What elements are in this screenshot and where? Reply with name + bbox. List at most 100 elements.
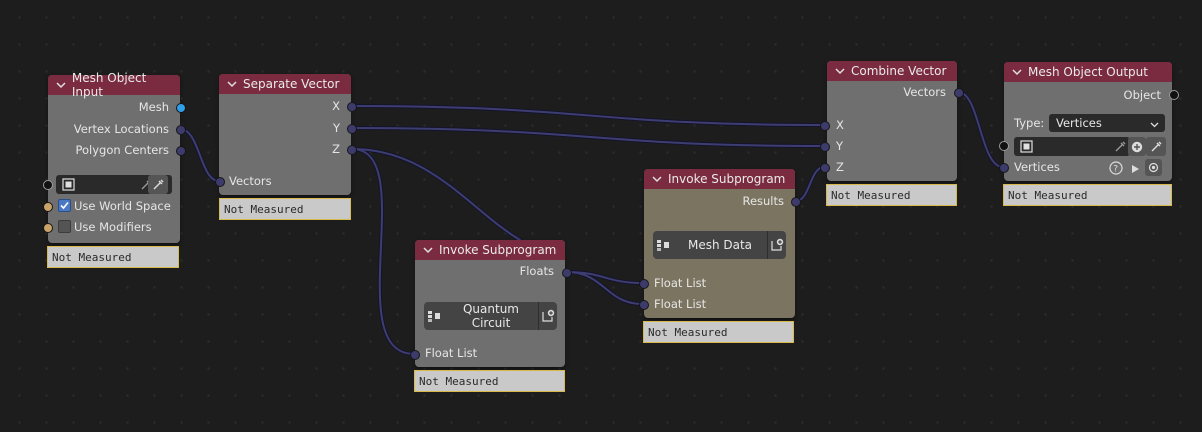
new-subprogram-icon[interactable]	[538, 302, 557, 330]
socket-input-x[interactable]	[820, 121, 830, 131]
socket-output-y[interactable]	[347, 124, 357, 134]
subprogram-name: Quantum Circuit	[462, 302, 519, 330]
subprogram-selector[interactable]: Quantum Circuit	[424, 302, 557, 330]
node-header[interactable]: Mesh Object Input	[48, 71, 180, 99]
eyedropper-icon[interactable]	[1114, 140, 1127, 156]
status-not-measured: Not Measured	[1003, 184, 1172, 206]
node-tree-icon	[653, 239, 673, 251]
output-label-vertex-locations: Vertex Locations	[73, 122, 169, 136]
node-title: Mesh Object Input	[71, 71, 147, 99]
type-dropdown-value: Vertices	[1056, 116, 1102, 130]
node-invoke-subprogram-mesh-data[interactable]: Invoke Subprogram Results Mesh Data Floa…	[644, 169, 795, 318]
link-vertex-locations-to-vectors	[178, 127, 221, 183]
chevron-down-icon[interactable]	[227, 79, 239, 89]
node-header[interactable]: Separate Vector	[219, 74, 351, 94]
socket-input-object[interactable]	[43, 180, 53, 190]
socket-input-object[interactable]	[999, 141, 1009, 151]
chevron-down-icon[interactable]	[835, 66, 847, 76]
link-results-to-combine-z	[794, 165, 826, 203]
link-floats-to-float-list-1	[564, 270, 645, 285]
status-not-measured: Not Measured	[643, 321, 794, 343]
socket-output-mesh[interactable]	[176, 103, 186, 113]
node-title: Invoke Subprogram	[668, 172, 786, 186]
status-not-measured: Not Measured	[47, 246, 179, 268]
play-icon[interactable]	[1131, 163, 1140, 177]
object-picker-field[interactable]	[1014, 137, 1130, 156]
socket-output-object[interactable]	[1169, 90, 1179, 100]
socket-output-polygon-centers[interactable]	[176, 146, 186, 156]
node-invoke-subprogram-quantum[interactable]: Invoke Subprogram Floats Quantum Circuit…	[415, 240, 565, 367]
input-label-float-list-1: Float List	[654, 276, 707, 290]
output-label-vectors: Vectors	[903, 85, 946, 99]
node-header[interactable]: Combine Vector	[827, 61, 957, 81]
socket-input-float-list-2[interactable]	[639, 300, 649, 310]
socket-output-vectors[interactable]	[954, 88, 964, 98]
use-world-space-label: Use World Space	[74, 199, 171, 213]
node-title: Separate Vector	[243, 77, 340, 91]
chevron-down-icon[interactable]	[1012, 67, 1024, 77]
node-mesh-object-output[interactable]: Mesh Object Output Object Type: Vertices…	[1004, 62, 1172, 181]
help-icon[interactable]: ?	[1109, 161, 1123, 178]
node-title: Invoke Subprogram	[439, 243, 557, 257]
record-icon[interactable]	[1145, 159, 1162, 176]
node-combine-vector[interactable]: Combine Vector Vectors X Y Z	[827, 61, 957, 181]
socket-input-y[interactable]	[820, 142, 830, 152]
input-label-vertices: Vertices	[1014, 160, 1060, 174]
node-header[interactable]: Mesh Object Output	[1004, 62, 1172, 82]
output-label-y: Y	[332, 121, 340, 135]
output-label-mesh: Mesh	[138, 100, 169, 114]
socket-input-use-modifiers[interactable]	[43, 223, 53, 233]
socket-input-vertices[interactable]	[999, 163, 1009, 173]
output-label-object: Object	[1123, 88, 1161, 102]
socket-output-vertex-locations[interactable]	[176, 125, 186, 135]
input-label-z: Z	[836, 160, 844, 174]
link-x-to-combine-x	[350, 104, 826, 127]
socket-input-float-list[interactable]	[410, 350, 420, 360]
input-label-x: X	[836, 118, 844, 132]
socket-input-float-list-1[interactable]	[639, 279, 649, 289]
socket-output-floats[interactable]	[562, 268, 572, 278]
use-modifiers-label: Use Modifiers	[74, 220, 152, 234]
object-icon	[1020, 140, 1033, 156]
output-label-floats: Floats	[519, 264, 554, 278]
use-world-space-checkbox[interactable]	[58, 199, 71, 212]
link-y-to-combine-y	[350, 126, 826, 148]
input-label-float-list: Float List	[425, 346, 478, 360]
type-dropdown[interactable]: Vertices	[1049, 114, 1165, 132]
link-z-to-float-list	[350, 147, 416, 356]
socket-output-results[interactable]	[791, 197, 801, 207]
eyedropper-button[interactable]	[1146, 137, 1166, 156]
chevron-down-icon[interactable]	[423, 245, 435, 255]
node-separate-vector[interactable]: Separate Vector X Y Z Vectors	[219, 74, 351, 195]
node-header[interactable]: Invoke Subprogram	[415, 240, 565, 260]
socket-output-z[interactable]	[347, 145, 357, 155]
add-object-button[interactable]	[1128, 137, 1146, 156]
chevron-down-icon	[1150, 118, 1159, 132]
status-not-measured: Not Measured	[826, 184, 957, 206]
use-modifiers-checkbox[interactable]	[58, 220, 71, 233]
input-label-float-list-2: Float List	[654, 297, 707, 311]
output-label-x: X	[332, 99, 340, 113]
socket-output-x[interactable]	[347, 102, 357, 112]
svg-text:?: ?	[1113, 165, 1118, 175]
link-floats-to-float-list-2	[564, 270, 645, 306]
output-label-polygon-centers: Polygon Centers	[75, 143, 169, 157]
link-vectors-to-vertices	[956, 90, 1005, 169]
subprogram-selector[interactable]: Mesh Data	[653, 231, 786, 259]
socket-input-use-world-space[interactable]	[43, 202, 53, 212]
node-title: Mesh Object Output	[1028, 65, 1148, 79]
output-label-z: Z	[332, 142, 340, 156]
chevron-down-icon[interactable]	[56, 80, 68, 90]
input-label-vectors: Vectors	[229, 174, 272, 188]
eyedropper-button[interactable]	[148, 175, 168, 194]
status-not-measured: Not Measured	[219, 198, 351, 220]
new-subprogram-icon[interactable]	[767, 231, 786, 259]
node-header[interactable]: Invoke Subprogram	[644, 169, 795, 189]
socket-input-z[interactable]	[820, 163, 830, 173]
subprogram-name: Mesh Data	[687, 238, 753, 252]
object-icon	[62, 178, 75, 194]
node-mesh-object-input[interactable]: Mesh Object Input Mesh Vertex Locations …	[48, 71, 180, 243]
status-not-measured: Not Measured	[414, 370, 565, 392]
chevron-down-icon[interactable]	[652, 174, 664, 184]
socket-input-vectors[interactable]	[215, 177, 225, 187]
